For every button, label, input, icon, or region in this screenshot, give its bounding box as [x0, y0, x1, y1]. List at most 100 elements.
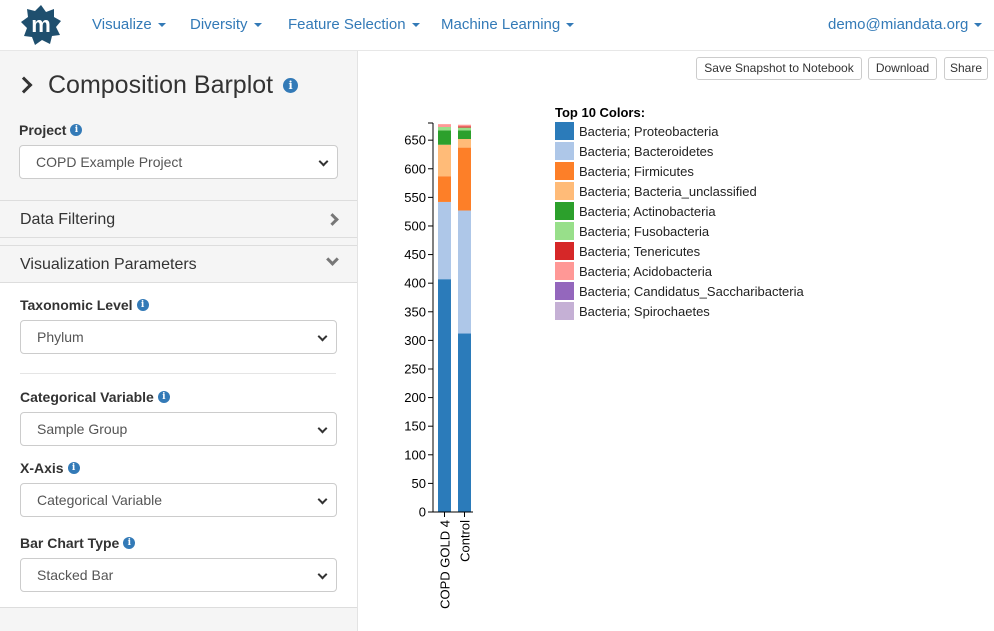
legend-swatch — [555, 262, 574, 280]
x-axis-label: X-Axis i — [20, 460, 80, 476]
legend-item: Bacteria; Bacteroidetes — [555, 141, 804, 161]
legend-item: Bacteria; Candidatus_Saccharibacteria — [555, 281, 804, 301]
nav-visualize-label: Visualize — [92, 16, 152, 33]
bar-segment — [438, 130, 451, 145]
info-icon[interactable]: i — [157, 391, 170, 404]
bar-segment — [438, 124, 451, 128]
caret-down-icon — [253, 23, 262, 28]
y-tick-label: 200 — [404, 390, 426, 405]
user-email: demo@miandata.org — [828, 16, 969, 33]
categorical-variable-select[interactable]: Sample Group — [20, 412, 337, 446]
chart-legend: Top 10 Colors: Bacteria; Proteobacteria B… — [555, 105, 804, 321]
sidebar: Composition Barplot i Project i COPD Exam… — [0, 51, 358, 631]
info-icon[interactable]: i — [67, 462, 80, 475]
y-tick-label: 450 — [404, 247, 426, 262]
project-select-value: COPD Example Project — [36, 154, 183, 170]
legend-label: Bacteria; Tenericutes — [579, 243, 701, 259]
download-button[interactable]: Download — [868, 57, 937, 80]
x-axis-value: Categorical Variable — [37, 492, 163, 508]
categorical-variable-value: Sample Group — [37, 421, 128, 437]
nav-feature-selection[interactable]: Feature Selection — [288, 16, 420, 33]
mian-logo-icon[interactable]: m — [20, 4, 62, 46]
caret-down-icon — [411, 23, 420, 28]
legend-item: Bacteria; Proteobacteria — [555, 121, 804, 141]
info-icon[interactable]: i — [283, 77, 299, 93]
bar-segment — [458, 126, 471, 128]
caret-down-icon — [566, 23, 575, 28]
categorical-variable-label: Categorical Variable i — [20, 389, 170, 405]
x-axis-select[interactable]: Categorical Variable — [20, 483, 337, 517]
legend-swatch — [555, 142, 574, 160]
bar-segment — [458, 127, 471, 131]
legend-swatch — [555, 282, 574, 300]
legend-label: Bacteria; Candidatus_Saccharibacteria — [579, 283, 804, 299]
nav-machine-learning-label: Machine Learning — [441, 16, 561, 33]
taxonomic-level-select[interactable]: Phylum — [20, 320, 337, 354]
legend-item: Bacteria; Acidobacteria — [555, 261, 804, 281]
y-tick-label: 550 — [404, 190, 426, 205]
legend-item: Bacteria; Fusobacteria — [555, 221, 804, 241]
y-tick-label: 500 — [404, 218, 426, 233]
bar-segment — [458, 333, 471, 512]
legend-item: Bacteria; Firmicutes — [555, 161, 804, 181]
y-tick-label: 250 — [404, 361, 426, 376]
visualization-parameters-panel[interactable]: Visualization Parameters — [0, 245, 357, 283]
legend-item: Bacteria; Tenericutes — [555, 241, 804, 261]
nav-visualize[interactable]: Visualize — [92, 16, 166, 33]
page-title: Composition Barplot — [48, 70, 274, 99]
y-tick-label: 300 — [404, 333, 426, 348]
bar-chart-type-select[interactable]: Stacked Bar — [20, 558, 337, 592]
chevron-right-icon[interactable] — [15, 76, 33, 94]
legend-label: Bacteria; Acidobacteria — [579, 263, 712, 279]
bar-chart-type-value: Stacked Bar — [37, 567, 114, 583]
chevron-right-icon — [326, 213, 339, 226]
nav-diversity-label: Diversity — [190, 16, 248, 33]
legend-swatch — [555, 162, 574, 180]
chevron-down-icon — [326, 253, 339, 266]
x-tick-label: Control — [458, 520, 473, 562]
data-filtering-panel[interactable]: Data Filtering — [0, 200, 357, 238]
composition-barplot-chart: 0 50 100 150 200 250 300 350 400 450 500 550 600 650 C… — [404, 122, 473, 609]
nav-diversity[interactable]: Diversity — [190, 16, 262, 33]
info-icon[interactable]: i — [70, 124, 83, 137]
y-tick-label: 350 — [404, 304, 426, 319]
legend-swatch — [555, 222, 574, 240]
visualization-parameters-body: Taxonomic Level i Phylum Categorical Vari… — [0, 283, 357, 608]
legend-label: Bacteria; Actinobacteria — [579, 203, 716, 219]
bar-segment — [458, 147, 471, 211]
y-tick-label: 150 — [404, 419, 426, 434]
user-menu[interactable]: demo@miandata.org — [828, 16, 983, 33]
data-filtering-title: Data Filtering — [20, 211, 116, 228]
x-tick-label: COPD GOLD 4 — [438, 520, 453, 609]
nav-feature-selection-label: Feature Selection — [288, 16, 406, 33]
legend-item: Bacteria; Bacteria_unclassified — [555, 181, 804, 201]
nav-machine-learning[interactable]: Machine Learning — [441, 16, 575, 33]
page-title-row: Composition Barplot i — [15, 69, 299, 101]
legend-swatch — [555, 182, 574, 200]
project-select[interactable]: COPD Example Project — [19, 145, 338, 179]
project-label: Project i — [19, 122, 83, 138]
info-icon[interactable]: i — [123, 537, 136, 550]
y-tick-label: 50 — [412, 476, 426, 491]
bar-segment — [438, 144, 451, 177]
share-button[interactable]: Share — [944, 57, 988, 80]
bar-segment — [458, 139, 471, 148]
info-icon[interactable]: i — [136, 299, 149, 312]
legend-item: Bacteria; Actinobacteria — [555, 201, 804, 221]
legend-label: Bacteria; Bacteroidetes — [579, 143, 714, 159]
legend-swatch — [555, 202, 574, 220]
bar-segment — [438, 279, 451, 512]
save-snapshot-button[interactable]: Save Snapshot to Notebook — [696, 57, 862, 80]
bar-segment — [458, 210, 471, 334]
y-tick-label: 0 — [419, 505, 426, 520]
legend-swatch — [555, 302, 574, 320]
divider — [20, 373, 336, 374]
legend-swatch — [555, 122, 574, 140]
bar-segment — [458, 124, 471, 127]
y-tick-label: 600 — [404, 161, 426, 176]
legend-label: Bacteria; Firmicutes — [579, 163, 694, 179]
bar-chart-type-label: Bar Chart Type i — [20, 535, 136, 551]
visualization-parameters-title: Visualization Parameters — [20, 256, 197, 273]
taxonomic-level-label: Taxonomic Level i — [20, 297, 149, 313]
y-tick-label: 100 — [404, 447, 426, 462]
